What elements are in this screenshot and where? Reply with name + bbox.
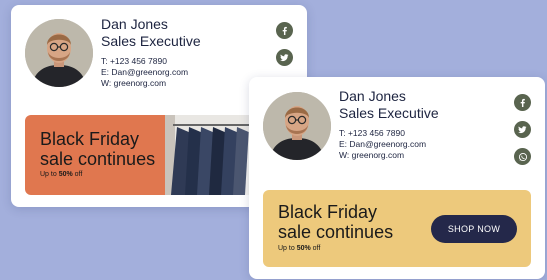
banner-title: Black Friday sale continues — [278, 202, 393, 242]
email-text[interactable]: E: Dan@greenorg.com — [339, 139, 439, 150]
banner-title-line2: sale continues — [278, 222, 394, 242]
promo-banner-yellow: Black Friday sale continues Up to 50% of… — [263, 190, 531, 267]
website-text[interactable]: W: greenorg.com — [101, 78, 201, 89]
signature-name: Dan Jones — [339, 88, 406, 104]
banner-subtext: Up to 50% off — [278, 245, 320, 252]
shop-now-button[interactable]: SHOP NOW — [431, 215, 517, 243]
banner-title: Black Friday sale continues — [40, 129, 155, 169]
contact-info: Dan Jones Sales Executive T: +123 456 78… — [339, 88, 439, 161]
signature-name: Dan Jones — [101, 16, 168, 32]
contact-info: Dan Jones Sales Executive T: +123 456 78… — [101, 16, 201, 89]
banner-sub-prefix: Up to — [40, 171, 59, 178]
email-signature-card-yellow: Dan Jones Sales Executive T: +123 456 78… — [249, 77, 545, 279]
banner-subtext: Up to 50% off — [40, 171, 82, 178]
banner-title-line1: Black Friday — [40, 129, 140, 149]
avatar — [25, 19, 93, 87]
signature-role: Sales Executive — [101, 33, 201, 49]
signature-role: Sales Executive — [339, 105, 439, 121]
phone-text: T: +123 456 7890 — [339, 128, 405, 138]
banner-sub-prefix: Up to — [278, 245, 297, 252]
email-text[interactable]: E: Dan@greenorg.com — [101, 67, 201, 78]
facebook-icon[interactable] — [514, 94, 531, 111]
website-text[interactable]: W: greenorg.com — [339, 150, 439, 161]
social-links — [276, 22, 293, 76]
banner-title-line2: sale continues — [40, 149, 156, 169]
whatsapp-icon[interactable] — [514, 148, 531, 165]
facebook-icon[interactable] — [276, 22, 293, 39]
banner-sub-suffix: off — [310, 245, 321, 252]
phone-text: T: +123 456 7890 — [101, 56, 167, 66]
banner-sub-discount: 50% — [296, 245, 311, 252]
social-links — [514, 94, 531, 175]
banner-title-line1: Black Friday — [278, 202, 378, 222]
twitter-icon[interactable] — [514, 121, 531, 138]
banner-sub-suffix: off — [72, 171, 83, 178]
avatar — [263, 92, 331, 160]
twitter-icon[interactable] — [276, 49, 293, 66]
banner-sub-discount: 50% — [58, 171, 73, 178]
